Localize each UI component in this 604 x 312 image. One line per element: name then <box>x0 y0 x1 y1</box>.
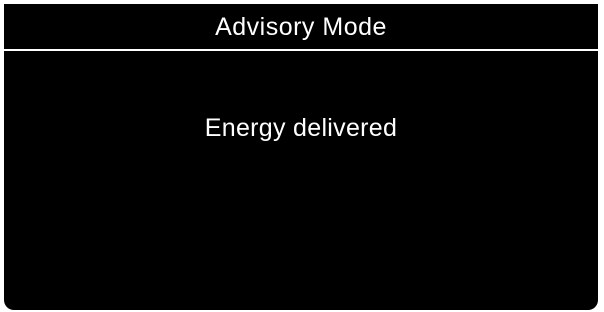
mode-title: Advisory Mode <box>215 12 387 41</box>
status-message: Energy delivered <box>204 114 398 142</box>
title-divider <box>4 49 598 51</box>
device-screen: Advisory Mode Energy delivered <box>4 4 598 310</box>
